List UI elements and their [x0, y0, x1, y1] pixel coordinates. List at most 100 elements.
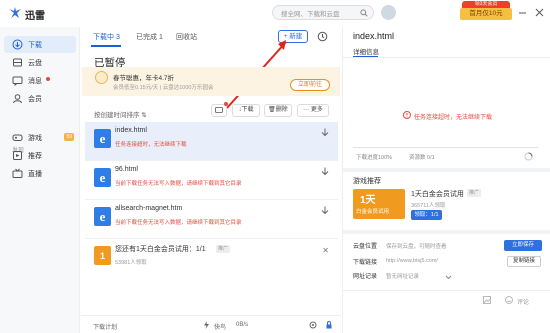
task-status: 当前下载任务无法写入数据，请继续下载到其它目录 [115, 181, 242, 187]
sidebar: 下载 云盘 消息 会员 发现 游戏 59 推荐 直播 [0, 27, 80, 333]
notification-dot [224, 102, 228, 106]
download-row[interactable]: e allsearch-magnet.htm 当前下载任务无法写入数据，请继续下… [85, 200, 338, 239]
download-row[interactable]: e index.html 任务连接超时，无法继续下载 [85, 122, 338, 161]
download-row[interactable]: e 96.html 当前下载任务无法写入数据，请继续下载到其它目录 [85, 161, 338, 200]
delete-button[interactable]: 🗑删除 [264, 104, 292, 117]
download-button[interactable]: ↓下载 [232, 104, 260, 117]
sidebar-item-live[interactable]: 直播 [4, 165, 76, 182]
recommend-icon [12, 150, 23, 161]
recommend-image-title: 1天 [360, 195, 376, 206]
more-dots-icon: ··· [303, 107, 311, 113]
search-icon[interactable] [360, 9, 368, 17]
sort-dropdown[interactable]: 按创建时间排序 ⇅ [94, 109, 147, 119]
loading-spinner-icon [524, 152, 533, 161]
settings-icon[interactable] [309, 321, 317, 329]
smile-icon[interactable] [505, 296, 513, 304]
divider [343, 230, 550, 234]
promo-button[interactable]: 首月仅10元 [460, 8, 512, 20]
ad-title: 您还有1天白金会员试用：1/1 [115, 246, 206, 253]
detail-title: index.html [353, 31, 395, 41]
download-arrow-icon[interactable] [321, 167, 329, 176]
ie-file-icon: e [93, 167, 112, 188]
download-icon [12, 39, 23, 50]
web-record-label: 网址记录 [353, 274, 378, 280]
task-name: allsearch-magnet.htm [115, 205, 183, 212]
sidebar-item-label: 会员 [28, 96, 42, 103]
close-icon[interactable] [535, 8, 544, 17]
app-title: 迅雷 [25, 11, 45, 22]
recommend-name: 1天白金会员试用 [411, 191, 464, 198]
ie-file-icon: e [93, 206, 112, 227]
ad-tag: 推广 [216, 245, 231, 253]
search-placeholder: 搜全网、下载和云盘 [281, 11, 340, 18]
cloud-icon [12, 57, 23, 68]
banner-subtitle: 会员低至0.15元/天 | 云盘达1000万乐园会 [113, 85, 214, 91]
ie-file-icon: e [93, 128, 112, 149]
download-plan-link[interactable]: 下载计划 [93, 322, 117, 331]
task-status: 任务连接超时，无法继续下载 [115, 142, 187, 148]
sidebar-item-label: 直播 [28, 171, 42, 178]
sidebar-item-cloud[interactable]: 云盘 [4, 54, 76, 71]
recommend-count: 365711人领取 [411, 203, 446, 209]
speed-value: 0B/s [236, 322, 249, 328]
task-status: 当前下载任务无法写入数据，请继续下载到其它目录 [115, 220, 242, 226]
claim-button[interactable]: 领取：1/1 [411, 210, 442, 220]
tab-details[interactable]: 详细信息 [353, 46, 379, 56]
web-record-value: 暂无网址记录 [386, 274, 420, 280]
ad-tag: 推广 [467, 189, 482, 197]
image-icon[interactable] [483, 296, 491, 304]
minimize-icon[interactable] [518, 8, 527, 17]
gift-icon [95, 71, 108, 84]
download-arrow-icon[interactable] [321, 128, 329, 137]
sidebar-item-recommend[interactable]: 推荐 [4, 147, 76, 164]
tab-underline [91, 45, 121, 47]
progress-track [353, 147, 538, 148]
member-coupon-icon: 1 [93, 245, 112, 266]
sidebar-item-download[interactable]: 下载 [4, 36, 76, 53]
recommend-heading: 游戏推荐 [353, 178, 381, 185]
sidebar-item-games[interactable]: 游戏 59 [4, 129, 76, 146]
tv-icon [12, 168, 23, 179]
banner-go-button[interactable]: 立即前往 [290, 79, 330, 91]
sidebar-item-label: 下载 [28, 42, 42, 49]
more-button-label: 更多 [310, 107, 323, 113]
download-button-label: 下载 [241, 107, 254, 113]
ad-row[interactable]: 1 您还有1天白金会员试用：1/1 推广 53981人领取 ✕ [85, 239, 338, 278]
sidebar-item-label: 云盘 [28, 60, 42, 67]
comment-link[interactable]: 评论 [517, 297, 529, 306]
unread-dot [46, 77, 50, 81]
save-now-button[interactable]: 立即保存 [504, 240, 542, 251]
sidebar-item-label: 游戏 [28, 135, 42, 142]
xunlei-logo-icon [8, 6, 22, 20]
close-ad-icon[interactable]: ✕ [322, 246, 329, 255]
chevron-down-icon[interactable] [445, 275, 452, 280]
games-badge: 59 [64, 133, 74, 141]
more-button[interactable]: ··· 更多 [297, 104, 329, 117]
download-arrow-icon[interactable] [321, 206, 329, 215]
task-name: 96.html [115, 166, 138, 173]
tab-completed[interactable]: 已完成 1 [136, 32, 163, 42]
download-link-label: 下载链接 [353, 260, 378, 266]
search-input[interactable]: 搜全网、下载和云盘 [272, 5, 374, 20]
sidebar-item-member[interactable]: 会员 [4, 90, 76, 107]
divider [343, 57, 550, 58]
gamepad-icon [12, 132, 23, 143]
svg-text:1: 1 [100, 251, 105, 261]
error-message: 任务连接超时，无法继续下载 [414, 115, 493, 121]
delete-button-label: 删除 [275, 107, 288, 113]
svg-text:e: e [100, 209, 106, 224]
avatar[interactable] [381, 5, 396, 20]
tab-recycle-bin[interactable]: 回收站 [176, 32, 197, 42]
error-icon [403, 111, 411, 119]
lock-icon[interactable] [325, 321, 333, 329]
tab-downloading[interactable]: 下载中 3 [93, 32, 120, 42]
sidebar-item-message[interactable]: 消息 [4, 72, 76, 89]
footer-bar: 下载计划 快鸟 0B/s [81, 315, 341, 333]
fast-bird-label[interactable]: 快鸟 [214, 322, 226, 331]
history-icon[interactable] [317, 31, 328, 42]
title-bar: 迅雷 搜全网、下载和云盘 领3天会员 首月仅10元 [0, 0, 550, 27]
copy-link-button[interactable]: 复制链接 [507, 256, 541, 267]
recommend-image-caption: 白金会员试用 [356, 209, 390, 215]
svg-text:e: e [100, 170, 106, 185]
cloud-location-value: 保存到云盘，可随时查看 [386, 244, 447, 250]
